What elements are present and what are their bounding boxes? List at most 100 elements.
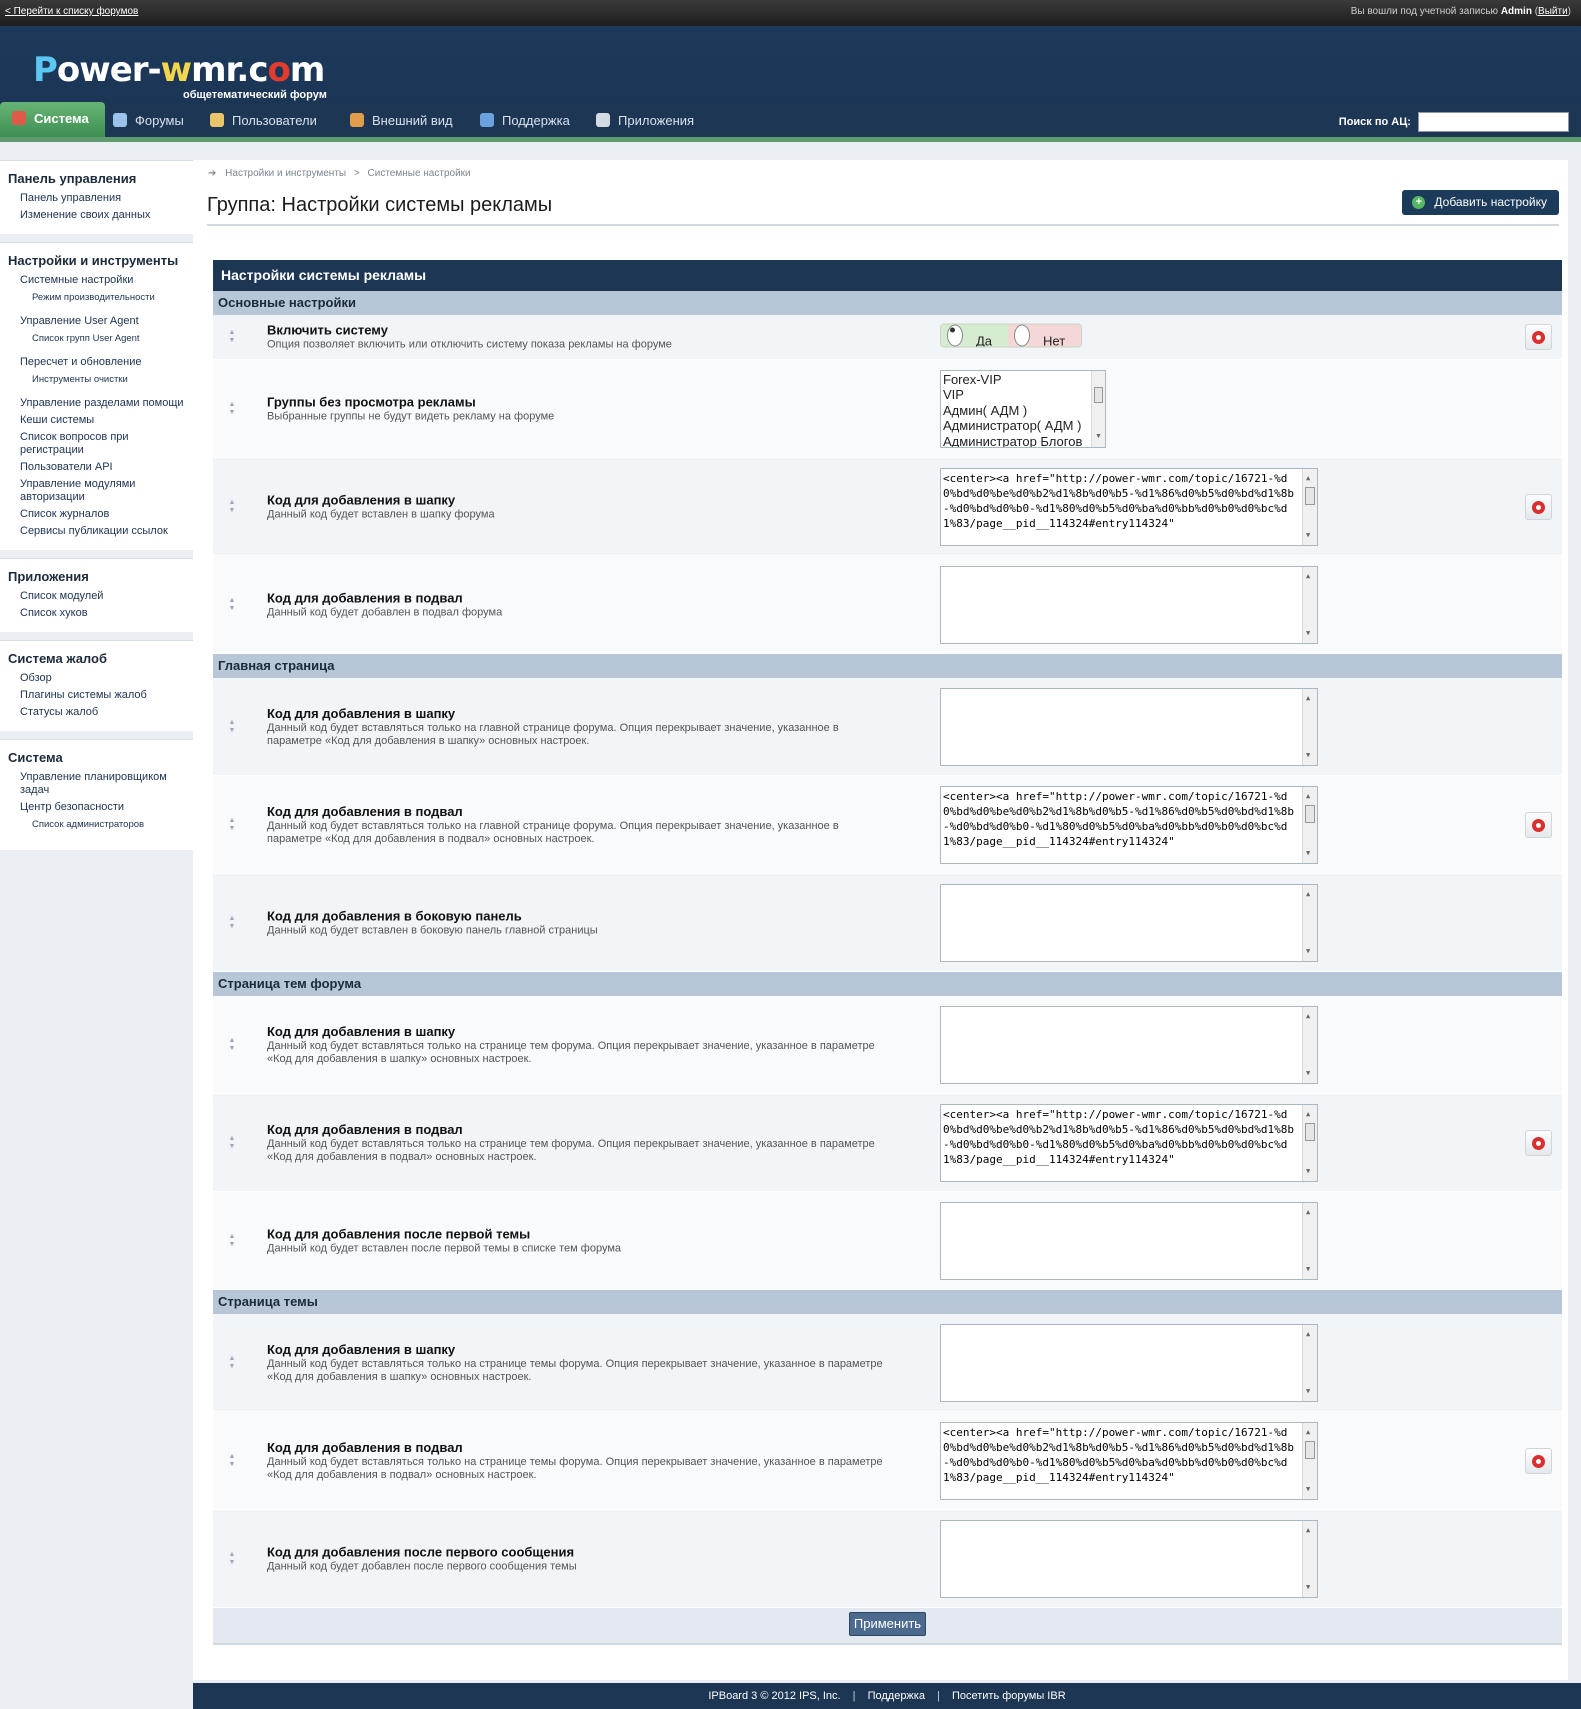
multiselect-option[interactable]: Администратор( АДМ ) xyxy=(943,418,1089,434)
sidebar-item[interactable]: Управление разделами помощи xyxy=(0,395,193,412)
drag-handle-icon[interactable]: ▲ ▼ xyxy=(227,1037,237,1053)
code-textarea[interactable]: ▲ ▼ xyxy=(940,1005,1318,1084)
apply-button[interactable]: Применить xyxy=(848,1612,927,1636)
nav-tab-3[interactable]: Внешний вид xyxy=(350,104,453,137)
radio-no[interactable] xyxy=(1014,324,1031,347)
drag-handle-icon[interactable]: ▲ ▼ xyxy=(227,1233,237,1249)
nav-tab-5[interactable]: Приложения xyxy=(596,104,694,137)
code-textarea[interactable]: ▲ ▼ xyxy=(940,565,1318,644)
groups-multiselect[interactable]: Forex-VIP VIP Админ( АДМ ) Администратор( А… xyxy=(940,369,1106,448)
title-divider xyxy=(207,224,1559,226)
scrollbar[interactable]: ▲ ▼ xyxy=(1302,1324,1317,1401)
nav-tab-4[interactable]: Поддержка xyxy=(480,104,570,137)
sidebar-item[interactable]: Управление User Agent xyxy=(0,313,193,330)
sidebar-subitem[interactable]: Список групп User Agent xyxy=(0,330,193,348)
drag-handle-icon[interactable]: ▲ ▼ xyxy=(227,915,237,931)
sidebar-item[interactable]: Системные настройки xyxy=(0,272,193,289)
scrollbar[interactable]: ▲ ▼ xyxy=(1302,1006,1317,1083)
sidebar-subitem[interactable]: Список администраторов xyxy=(0,816,193,834)
drag-handle-icon[interactable]: ▲ ▼ xyxy=(227,1551,237,1567)
drag-handle-icon[interactable]: ▲ ▼ xyxy=(227,1453,237,1469)
code-textarea[interactable]: ▲ ▼ xyxy=(940,1201,1318,1280)
acp-search-input[interactable] xyxy=(1418,112,1569,132)
drag-handle-icon[interactable]: ▲ ▼ xyxy=(227,1355,237,1371)
no-option[interactable]: Нет xyxy=(1008,324,1082,347)
code-textarea[interactable]: <center><a href="http://power-wmr.com/to… xyxy=(940,1421,1318,1500)
logout-link[interactable]: Выйти xyxy=(1538,6,1568,17)
code-textarea[interactable]: <center><a href="http://power-wmr.com/to… xyxy=(940,1103,1318,1182)
textarea-value: <center><a href="http://power-wmr.com/to… xyxy=(943,1107,1294,1166)
sidebar-item[interactable]: Пользователи API xyxy=(0,459,193,476)
sidebar-item[interactable]: Обзор xyxy=(0,670,193,687)
code-textarea[interactable]: ▲ ▼ xyxy=(940,687,1318,766)
sidebar-item[interactable]: Панель управления xyxy=(0,190,193,207)
scrollbar[interactable]: ▲ ▼ xyxy=(1302,566,1317,643)
scrollbar[interactable]: ▲ ▼ xyxy=(1302,468,1317,545)
breadcrumb-item-tools[interactable]: Настройки и инструменты xyxy=(225,168,346,179)
breadcrumb-item-settings[interactable]: Системные настройки xyxy=(368,168,471,179)
sidebar-item[interactable]: Пересчет и обновление xyxy=(0,354,193,371)
code-textarea[interactable]: ▲ ▼ xyxy=(940,1323,1318,1402)
revert-setting-icon[interactable] xyxy=(1525,1129,1552,1156)
sidebar-item[interactable]: Статусы жалоб xyxy=(0,704,193,721)
code-textarea[interactable]: <center><a href="http://power-wmr.com/to… xyxy=(940,467,1318,546)
revert-setting-icon[interactable] xyxy=(1525,324,1552,350)
settings-group-title: Основные настройки xyxy=(213,291,1562,315)
sidebar-item[interactable]: Изменение своих данных xyxy=(0,207,193,224)
drag-handle-icon[interactable]: ▲ ▼ xyxy=(227,499,237,515)
scrollbar[interactable]: ▼ xyxy=(1091,370,1105,447)
multiselect-option[interactable]: Администратор Блогов xyxy=(943,434,1089,447)
breadcrumb-arrow-icon: ➔ xyxy=(208,168,217,179)
sidebar-item[interactable]: Управление модулями авторизации xyxy=(0,476,193,506)
sidebar-item[interactable]: Список хуков xyxy=(0,605,193,622)
users-icon xyxy=(210,113,224,127)
drag-handle-icon[interactable]: ▲ ▼ xyxy=(227,817,237,833)
main-navigation: Система Форумы Пользователи Внешний вид Подд… xyxy=(0,102,1581,137)
multiselect-option[interactable]: Админ( АДМ ) xyxy=(943,403,1089,419)
revert-setting-icon[interactable] xyxy=(1525,1447,1552,1474)
footer-support-link[interactable]: Поддержка xyxy=(868,1690,925,1702)
sidebar-item[interactable]: Управление планировщиком задач xyxy=(0,769,193,799)
scrollbar[interactable]: ▲ ▼ xyxy=(1302,1202,1317,1279)
add-setting-button[interactable]: + Добавить настройку xyxy=(1402,190,1559,215)
drag-handle-icon[interactable]: ▲ ▼ xyxy=(227,597,237,613)
drag-handle-icon[interactable]: ▲ ▼ xyxy=(227,1135,237,1151)
scrollbar[interactable]: ▲ ▼ xyxy=(1302,1422,1317,1499)
scrollbar[interactable]: ▲ ▼ xyxy=(1302,786,1317,863)
revert-setting-icon[interactable] xyxy=(1525,493,1552,520)
sidebar-item[interactable]: Сервисы публикации ссылок xyxy=(0,523,193,540)
radio-yes[interactable] xyxy=(947,324,963,347)
multiselect-option[interactable]: Forex-VIP xyxy=(943,372,1089,388)
nav-tab-1[interactable]: Форумы xyxy=(113,104,184,137)
code-textarea[interactable]: <center><a href="http://power-wmr.com/to… xyxy=(940,785,1318,864)
scrollbar[interactable]: ▲ ▼ xyxy=(1302,1520,1317,1597)
sidebar-item[interactable]: Список вопросов при регистрации xyxy=(0,429,193,459)
site-logo[interactable]: Power-wmr.com общетематический форум xyxy=(33,50,327,101)
drag-handle-icon[interactable]: ▲ ▼ xyxy=(227,401,237,417)
setting-row: ▲ ▼ Группы без просмотра рекламы Выбранные … xyxy=(213,360,1562,458)
code-textarea[interactable]: ▲ ▼ xyxy=(940,883,1318,962)
yes-option[interactable]: Да xyxy=(941,324,1009,347)
revert-setting-icon[interactable] xyxy=(1525,811,1552,838)
back-to-forums-link[interactable]: < Перейти к списку форумов xyxy=(5,6,138,17)
sidebar-item[interactable]: Кеши системы xyxy=(0,412,193,429)
scrollbar[interactable]: ▲ ▼ xyxy=(1302,688,1317,765)
nav-tab-2[interactable]: Пользователи xyxy=(210,104,317,137)
sidebar-item[interactable]: Плагины системы жалоб xyxy=(0,687,193,704)
sidebar-item[interactable]: Центр безопасности xyxy=(0,799,193,816)
sidebar-subitem[interactable]: Режим производительности xyxy=(0,289,193,307)
footer-visit-ibr-link[interactable]: Посетить форумы IBR xyxy=(952,1690,1066,1702)
support-icon xyxy=(480,113,494,127)
breadcrumb: ➔ Настройки и инструменты > Системные на… xyxy=(208,168,471,179)
drag-handle-icon[interactable]: ▲ ▼ xyxy=(227,329,237,345)
system-icon xyxy=(12,111,26,125)
sidebar-subitem[interactable]: Инструменты очистки xyxy=(0,371,193,389)
code-textarea[interactable]: ▲ ▼ xyxy=(940,1519,1318,1598)
nav-tab-0[interactable]: Система xyxy=(0,102,105,137)
scrollbar[interactable]: ▲ ▼ xyxy=(1302,884,1317,961)
scrollbar[interactable]: ▲ ▼ xyxy=(1302,1104,1317,1181)
sidebar-item[interactable]: Список модулей xyxy=(0,588,193,605)
sidebar-item[interactable]: Список журналов xyxy=(0,506,193,523)
multiselect-option[interactable]: VIP xyxy=(943,387,1089,403)
drag-handle-icon[interactable]: ▲ ▼ xyxy=(227,719,237,735)
